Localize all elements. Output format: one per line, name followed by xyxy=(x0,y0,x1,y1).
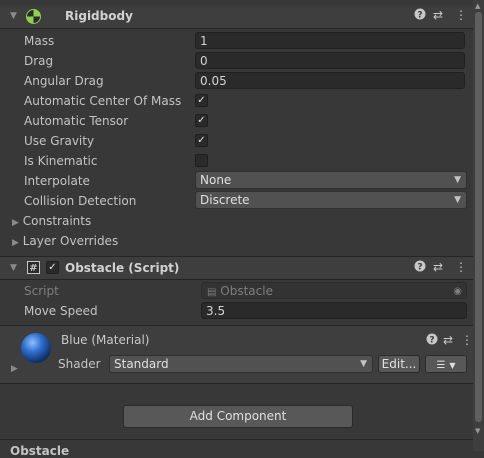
checkmark-icon: ✓ xyxy=(197,115,206,126)
svg-text:?: ? xyxy=(429,336,434,346)
object-picker-icon[interactable]: ◉ xyxy=(453,283,462,300)
material-preview-sphere xyxy=(20,332,52,367)
shader-options-button[interactable]: ☰ ▼ xyxy=(425,355,467,373)
more-options-icon[interactable]: ⋮ xyxy=(455,259,467,275)
angular-drag-field[interactable]: 0.05 xyxy=(195,72,465,89)
svg-text:?: ? xyxy=(417,263,422,273)
collision-detection-value: Discrete xyxy=(200,193,250,207)
script-field: ▤ Obstacle ◉ xyxy=(201,282,467,299)
rigidbody-header[interactable]: ▼ Rigidbody ? ⇄ ⋮ xyxy=(0,6,473,29)
checkmark-icon: ✓ xyxy=(197,135,206,146)
dropdown-arrow-icon: ▼ xyxy=(454,195,461,205)
more-options-icon[interactable]: ⋮ xyxy=(461,332,473,348)
scroll-up-icon[interactable]: ▲ xyxy=(475,2,480,10)
scrollbar-thumb[interactable] xyxy=(475,12,482,422)
help-icon[interactable]: ? xyxy=(426,333,438,349)
dropdown-arrow-icon: ▼ xyxy=(449,361,456,370)
angular-drag-label: Angular Drag xyxy=(24,74,104,88)
constraints-label: Constraints xyxy=(22,214,92,228)
collision-detection-dropdown[interactable]: Discrete ▼ xyxy=(195,191,467,209)
add-component-button[interactable]: Add Component xyxy=(123,405,353,428)
use-gravity-label: Use Gravity xyxy=(24,134,95,148)
checkmark-icon: ✓ xyxy=(197,95,206,106)
expand-arrow-icon: ▶ xyxy=(12,238,19,248)
script-label: Script xyxy=(24,284,59,298)
drag-label: Drag xyxy=(24,54,54,68)
material-section: ▶ Blue (Material) ? ⇄ ⋮ Shader Standard … xyxy=(0,326,473,384)
mass-label: Mass xyxy=(24,34,55,48)
is-kinematic-checkbox[interactable] xyxy=(195,154,208,167)
auto-tensor-label: Automatic Tensor xyxy=(24,114,129,128)
material-title: Blue (Material) xyxy=(61,333,150,347)
script-value: Obstacle xyxy=(220,284,273,298)
more-options-icon[interactable]: ⋮ xyxy=(455,7,467,23)
svg-text:#: # xyxy=(29,263,37,274)
collision-detection-label: Collision Detection xyxy=(24,194,137,208)
layer-overrides-foldout[interactable]: ▶ Layer Overrides xyxy=(12,232,118,250)
auto-center-of-mass-label: Automatic Center Of Mass xyxy=(24,94,182,108)
layer-overrides-label: Layer Overrides xyxy=(22,234,119,248)
edit-shader-button[interactable]: Edit... xyxy=(378,355,420,373)
mass-field[interactable]: 1 xyxy=(195,32,465,49)
interpolate-label: Interpolate xyxy=(24,174,90,188)
scroll-down-icon[interactable]: ▼ xyxy=(475,427,480,435)
divider xyxy=(0,439,473,440)
presets-icon[interactable]: ⇄ xyxy=(433,7,443,23)
auto-center-of-mass-checkbox[interactable]: ✓ xyxy=(195,94,208,107)
interpolate-dropdown[interactable]: None ▼ xyxy=(195,171,467,189)
list-icon: ☰ xyxy=(436,360,446,371)
script-icon: # xyxy=(27,261,40,277)
next-panel-label: Obstacle xyxy=(10,444,70,458)
shader-dropdown[interactable]: Standard ▼ xyxy=(109,355,373,373)
svg-text:?: ? xyxy=(417,11,422,21)
help-icon[interactable]: ? xyxy=(414,8,426,24)
shader-label: Shader xyxy=(58,357,101,371)
dropdown-arrow-icon: ▼ xyxy=(454,175,461,185)
constraints-foldout[interactable]: ▶ Constraints xyxy=(12,212,91,230)
enabled-checkbox[interactable]: ✓ xyxy=(46,261,59,274)
shader-value: Standard xyxy=(114,357,169,371)
help-icon[interactable]: ? xyxy=(414,260,426,276)
interpolate-value: None xyxy=(200,173,232,187)
obstacle-script-header[interactable]: ▼ # ✓ Obstacle (Script) ? ⇄ ⋮ xyxy=(0,257,473,280)
collapse-arrow-icon[interactable]: ▼ xyxy=(10,263,17,273)
expand-arrow-icon: ▶ xyxy=(12,218,19,228)
component-title: Obstacle (Script) xyxy=(65,261,180,275)
script-file-icon: ▤ xyxy=(207,287,217,298)
collapse-arrow-icon[interactable]: ▼ xyxy=(10,11,17,21)
rigidbody-icon xyxy=(26,9,41,27)
auto-tensor-checkbox[interactable]: ✓ xyxy=(195,114,208,127)
use-gravity-checkbox[interactable]: ✓ xyxy=(195,134,208,147)
move-speed-field[interactable]: 3.5 xyxy=(201,302,467,319)
move-speed-label: Move Speed xyxy=(24,304,98,318)
presets-icon[interactable]: ⇄ xyxy=(433,259,443,275)
presets-icon[interactable]: ⇄ xyxy=(443,332,453,348)
expand-arrow-icon[interactable]: ▶ xyxy=(11,364,18,374)
is-kinematic-label: Is Kinematic xyxy=(24,154,98,168)
checkmark-icon: ✓ xyxy=(48,262,57,273)
drag-field[interactable]: 0 xyxy=(195,52,465,69)
dropdown-arrow-icon: ▼ xyxy=(360,359,367,369)
scrollbar[interactable]: ▲ ▼ xyxy=(473,0,484,451)
component-title: Rigidbody xyxy=(65,9,133,23)
